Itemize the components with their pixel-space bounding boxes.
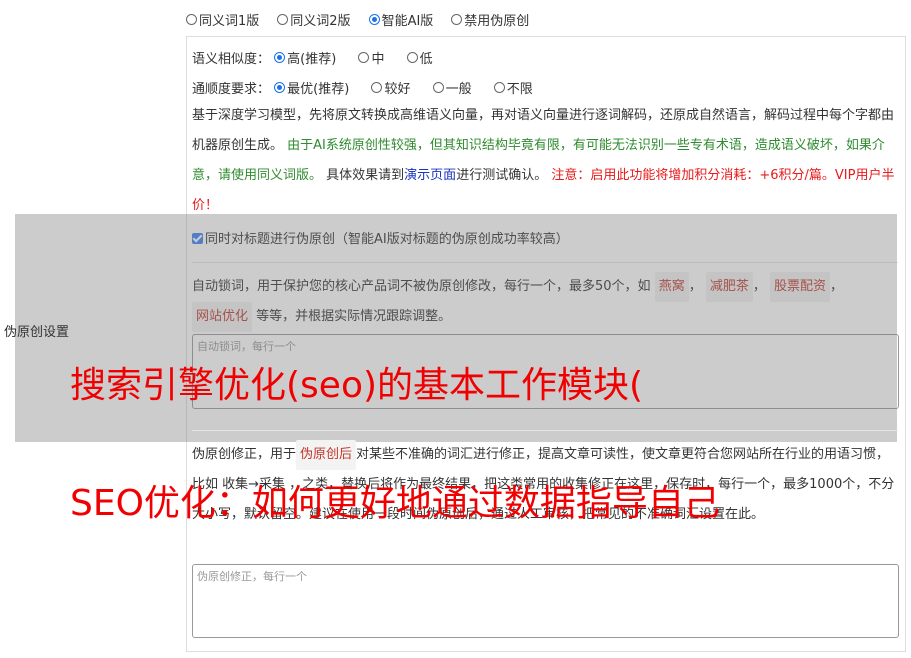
radio-icon[interactable] xyxy=(371,82,383,93)
divider xyxy=(192,430,898,431)
radio-icon[interactable] xyxy=(358,52,370,63)
fluency-good[interactable]: 较好 xyxy=(371,78,410,97)
mode-option-disable[interactable]: 禁用伪原创 xyxy=(451,10,529,29)
correction-textarea[interactable]: 伪原创修正，每行一个 xyxy=(192,564,899,638)
radio-selected-icon[interactable] xyxy=(274,52,286,63)
radio-icon[interactable] xyxy=(493,82,505,93)
radio-selected-icon[interactable] xyxy=(368,14,380,25)
mode-option-synonym-1[interactable]: 同义词1版 xyxy=(186,10,259,29)
demo-page-link[interactable]: 演示页面 xyxy=(404,168,456,183)
similarity-row: 语义相似度： 高(推荐) 中 低 xyxy=(192,48,433,67)
mode-option-synonym-2[interactable]: 同义词2版 xyxy=(277,10,351,29)
similarity-low[interactable]: 低 xyxy=(406,48,433,67)
mode-option-ai[interactable]: 智能AI版 xyxy=(368,10,433,29)
radio-icon[interactable] xyxy=(406,52,418,63)
similarity-label: 语义相似度： xyxy=(192,52,271,67)
overlay-banner-bottom: SEO优化：如何更好地通过数据指导自己 xyxy=(70,483,720,524)
radio-icon[interactable] xyxy=(186,14,197,25)
overlay-banner-top: 搜索引擎优化(seo)的基本工作模块( xyxy=(70,365,644,406)
radio-selected-icon[interactable] xyxy=(274,82,286,93)
pseudo-original-settings-label: 伪原创设置 xyxy=(4,325,70,340)
fluency-label: 通顺度要求： xyxy=(192,82,271,97)
radio-icon[interactable] xyxy=(432,82,444,93)
fluency-any[interactable]: 不限 xyxy=(493,78,533,97)
fluency-row: 通顺度要求： 最优(推荐) 较好 一般 不限 xyxy=(192,78,533,97)
radio-icon[interactable] xyxy=(451,14,463,25)
similarity-medium[interactable]: 中 xyxy=(358,48,384,67)
similarity-high[interactable]: 高(推荐) xyxy=(274,48,336,67)
radio-icon[interactable] xyxy=(277,14,289,25)
fluency-normal[interactable]: 一般 xyxy=(432,78,472,97)
fluency-best[interactable]: 最优(推荐) xyxy=(274,78,349,97)
ai-description: 基于深度学习模型，先将原文转换成高维语义向量，再对语义向量进行逐词解码，还原成自… xyxy=(192,108,895,213)
correction-tag: 伪原创后 xyxy=(296,440,357,470)
mode-radio-group: 同义词1版 同义词2版 智能AI版 禁用伪原创 xyxy=(186,10,529,29)
